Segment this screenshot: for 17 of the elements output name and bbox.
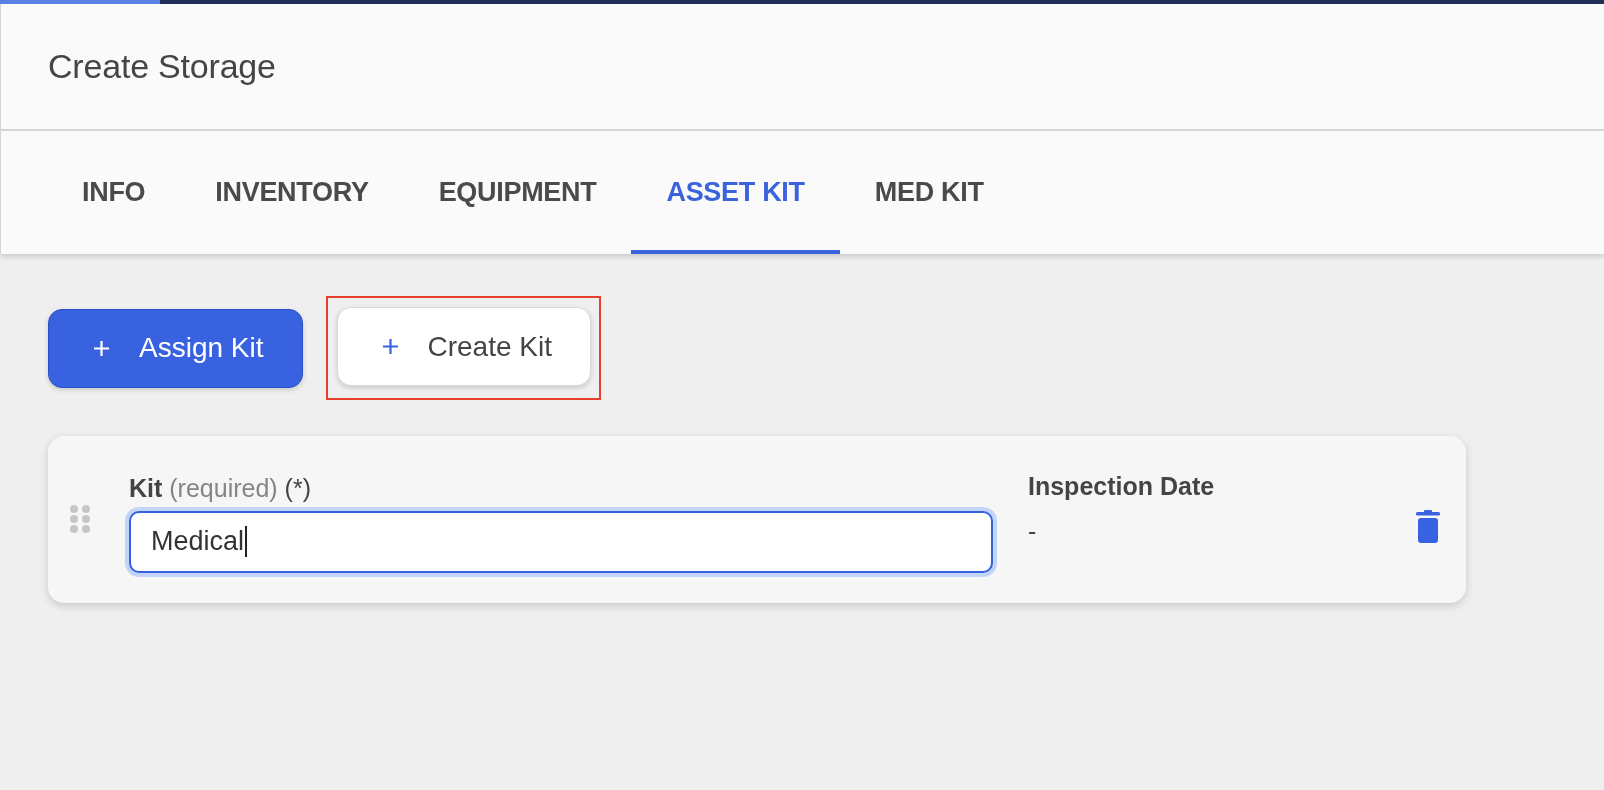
required-mark: (*) — [284, 473, 311, 502]
create-kit-button[interactable]: Create Kit — [336, 307, 591, 386]
trash-icon[interactable] — [1416, 510, 1440, 543]
tab[interactable]: INVENTORY — [180, 131, 404, 254]
assign-kit-button[interactable]: Assign Kit — [48, 308, 303, 388]
tab[interactable]: EQUIPMENT — [403, 131, 632, 254]
tab[interactable]: MED KIT — [839, 131, 1019, 254]
drag-handle-icon[interactable] — [70, 504, 90, 533]
inspection-date-value: - — [1028, 516, 1037, 546]
field-label: Kit — [129, 473, 163, 502]
page-title: Create Storage — [48, 47, 276, 86]
inspection-date-label: Inspection Date — [1028, 471, 1215, 501]
plus-icon — [382, 339, 398, 354]
plus-icon — [94, 340, 109, 356]
text-cursor-icon — [245, 526, 248, 557]
tab[interactable]: INFO — [47, 131, 181, 254]
required-hint: (required) — [169, 473, 278, 502]
